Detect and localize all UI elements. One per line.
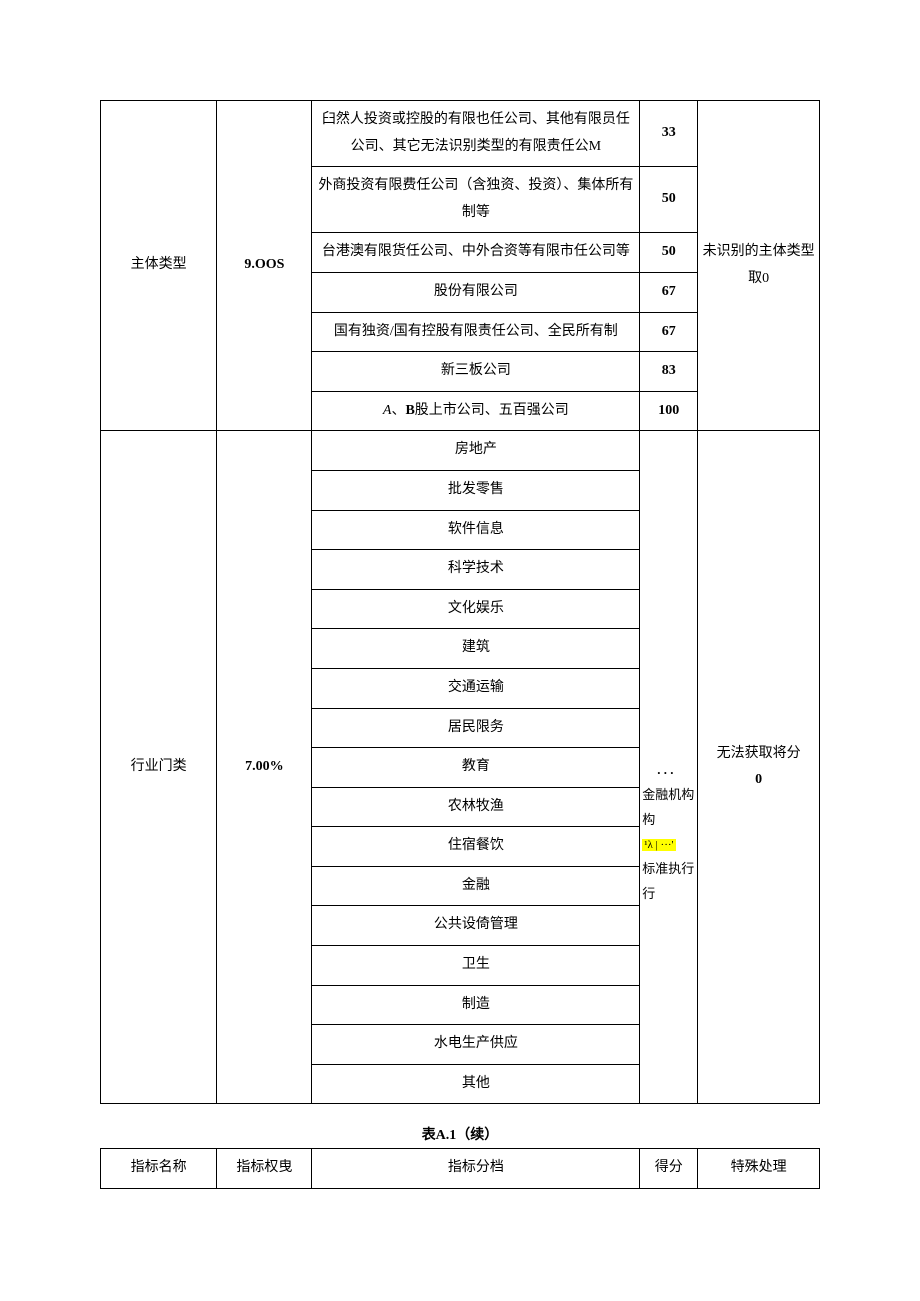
cell-tier: 公共设倚管理 <box>312 906 640 946</box>
score-note-line: 构 <box>642 808 695 833</box>
score-note-line: 标准执行 <box>642 857 695 882</box>
cell-tier: 软件信息 <box>312 510 640 550</box>
cell-score: 67 <box>640 312 698 352</box>
header-cell: 指标权曳 <box>217 1149 312 1189</box>
score-note-highlight: ¹λ | ···' <box>642 839 675 851</box>
cell-tier: 其他 <box>312 1064 640 1104</box>
cell-weight: 9.OOS <box>217 101 312 431</box>
cell-weight: 7.00% <box>217 431 312 1104</box>
cell-score-note: ．．． 金融机构 构 ¹λ | ···' 标准执行 行 <box>640 431 698 1104</box>
header-cell: 指标分档 <box>312 1149 640 1189</box>
score-note-line: 行 <box>642 882 695 907</box>
cell-tier: 房地产 <box>312 431 640 471</box>
main-table: 主体类型 9.OOS 臼然人投资或控股的有限也任公司、其他有限员任公司、其它无法… <box>100 100 820 1104</box>
cell-tier: 制造 <box>312 985 640 1025</box>
cell-tier: 股份有限公司 <box>312 272 640 312</box>
score-note-line: 金融机构 <box>642 783 695 808</box>
cell-score: 83 <box>640 352 698 392</box>
score-note-dots: ．．． <box>642 758 695 783</box>
cell-tier: 外商投资有限费任公司（含独资、投资）、集体所有制等 <box>312 167 640 233</box>
table-row: 主体类型 9.OOS 臼然人投资或控股的有限也任公司、其他有限员任公司、其它无法… <box>101 101 820 167</box>
cell-tier: 水电生产供应 <box>312 1025 640 1065</box>
cell-name: 主体类型 <box>101 101 217 431</box>
cell-tier: 居民限务 <box>312 708 640 748</box>
special-line: 0 <box>702 767 815 794</box>
header-cell: 特殊处理 <box>698 1149 820 1189</box>
document-page: 主体类型 9.OOS 臼然人投资或控股的有限也任公司、其他有限员任公司、其它无法… <box>0 0 920 1249</box>
header-cell: 指标名称 <box>101 1149 217 1189</box>
cell-tier: 住宿餐饮 <box>312 827 640 867</box>
cell-tier-text: 、 <box>391 403 405 418</box>
continuation-table: 指标名称 指标权曳 指标分档 得分 特殊处理 <box>100 1148 820 1189</box>
cell-tier: A、B股上市公司、五百强公司 <box>312 391 640 431</box>
cell-score: 50 <box>640 233 698 273</box>
table-row: 行业门类 7.00% 房地产 ．．． 金融机构 构 ¹λ | ···' 标准执行… <box>101 431 820 471</box>
cell-score: 100 <box>640 391 698 431</box>
cell-tier: 臼然人投资或控股的有限也任公司、其他有限员任公司、其它无法识别类型的有限责任公M <box>312 101 640 167</box>
cell-tier: 卫生 <box>312 946 640 986</box>
cell-score: 33 <box>640 101 698 167</box>
cell-tier: 台港澳有限货任公司、中外合资等有限市任公司等 <box>312 233 640 273</box>
cell-tier: 国有独资/国有控股有限责任公司、全民所有制 <box>312 312 640 352</box>
cell-special: 无法获取将分 0 <box>698 431 820 1104</box>
cell-tier: 新三板公司 <box>312 352 640 392</box>
header-cell: 得分 <box>640 1149 698 1189</box>
cell-tier: 交通运输 <box>312 668 640 708</box>
special-line: 无法获取将分 <box>702 741 815 768</box>
cell-special: 未识别的主体类型取0 <box>698 101 820 431</box>
cell-name: 行业门类 <box>101 431 217 1104</box>
cell-tier: 金融 <box>312 866 640 906</box>
table-header-row: 指标名称 指标权曳 指标分档 得分 特殊处理 <box>101 1149 820 1189</box>
cell-tier: 建筑 <box>312 629 640 669</box>
cell-tier: 教育 <box>312 748 640 788</box>
table-caption: 表A.1（续） <box>100 1124 820 1144</box>
cell-tier: 批发零售 <box>312 470 640 510</box>
cell-tier: 农林牧渔 <box>312 787 640 827</box>
cell-tier: 科学技术 <box>312 550 640 590</box>
cell-score: 67 <box>640 272 698 312</box>
cell-tier: 文化娱乐 <box>312 589 640 629</box>
cell-score: 50 <box>640 167 698 233</box>
